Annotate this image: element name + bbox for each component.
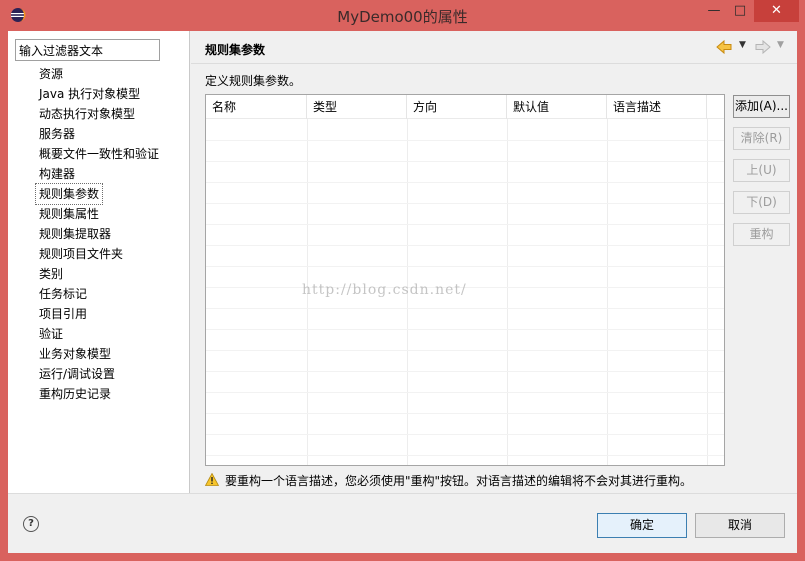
tree-item[interactable]: 运行/调试设置 bbox=[36, 364, 162, 384]
parameters-table[interactable]: 名称 类型 方向 默认值 语言描述 bbox=[205, 94, 725, 466]
row-separator bbox=[206, 203, 724, 204]
row-separator bbox=[206, 413, 724, 414]
help-icon[interactable]: ? bbox=[23, 516, 39, 532]
column-header-name[interactable]: 名称 bbox=[206, 95, 307, 119]
tree-item[interactable]: 验证 bbox=[36, 324, 162, 344]
column-header-description[interactable]: 语言描述 bbox=[607, 95, 707, 119]
row-separator bbox=[206, 140, 724, 141]
tree-item[interactable]: 规则集提取器 bbox=[36, 224, 162, 244]
ok-button[interactable]: 确定 bbox=[597, 513, 687, 538]
forward-dropdown-icon[interactable]: ▼ bbox=[777, 40, 784, 50]
tree-item[interactable]: 项目引用 bbox=[36, 304, 162, 324]
table-header: 名称 类型 方向 默认值 语言描述 bbox=[206, 95, 724, 119]
dialog-button-bar: ? 确定 取消 bbox=[8, 493, 797, 553]
page-description: 定义规则集参数。 bbox=[205, 74, 302, 88]
watermark-text: http://blog.csdn.net/ bbox=[302, 282, 467, 298]
clear-button[interactable]: 清除(R) bbox=[733, 127, 790, 150]
tree-item[interactable]: 规则集参数 bbox=[35, 183, 103, 205]
tree-item[interactable]: 动态执行对象模型 bbox=[36, 104, 162, 124]
row-separator bbox=[206, 224, 724, 225]
property-page: 规则集参数 ▼ ▼ 定义规则集参数。 名称 类型 方向 默认值 语言描述 添加(… bbox=[191, 31, 797, 493]
page-header: 规则集参数 ▼ ▼ bbox=[191, 31, 797, 64]
add-button[interactable]: 添加(A)... bbox=[733, 95, 790, 118]
row-separator bbox=[206, 266, 724, 267]
down-button[interactable]: 下(D) bbox=[733, 191, 790, 214]
tree-item[interactable]: 构建器 bbox=[36, 164, 162, 184]
row-separator bbox=[206, 161, 724, 162]
cancel-button[interactable]: 取消 bbox=[695, 513, 785, 538]
category-pane: 资源Java 执行对象模型动态执行对象模型服务器概要文件一致性和验证构建器规则集… bbox=[8, 31, 190, 493]
tree-item[interactable]: 服务器 bbox=[36, 124, 162, 144]
column-header-direction[interactable]: 方向 bbox=[407, 95, 507, 119]
tree-item[interactable]: 资源 bbox=[36, 64, 162, 84]
close-button[interactable]: ✕ bbox=[754, 0, 799, 22]
tree-item[interactable]: 规则项目文件夹 bbox=[36, 244, 162, 264]
maximize-button[interactable]: □ bbox=[727, 0, 753, 22]
column-header-default[interactable]: 默认值 bbox=[507, 95, 607, 119]
tree-item[interactable]: 概要文件一致性和验证 bbox=[36, 144, 162, 164]
row-separator bbox=[206, 371, 724, 372]
up-button[interactable]: 上(U) bbox=[733, 159, 790, 182]
row-separator bbox=[206, 182, 724, 183]
warning-text: 要重构一个语言描述，您必须使用"重构"按钮。对语言描述的编辑将不会对其进行重构。 bbox=[225, 474, 693, 488]
row-separator bbox=[206, 455, 724, 456]
tree-item[interactable]: 任务标记 bbox=[36, 284, 162, 304]
row-separator bbox=[206, 350, 724, 351]
tree-item[interactable]: 规则集属性 bbox=[36, 204, 162, 224]
window-title: MyDemo00的属性 bbox=[337, 8, 468, 26]
properties-dialog-window: MyDemo00的属性 — □ ✕ 资源Java 执行对象模型动态执行对象模型服… bbox=[0, 0, 805, 561]
tree-item[interactable]: 业务对象模型 bbox=[36, 344, 162, 364]
column-header-type[interactable]: 类型 bbox=[307, 95, 407, 119]
row-separator bbox=[206, 245, 724, 246]
row-separator bbox=[206, 434, 724, 435]
back-dropdown-icon[interactable]: ▼ bbox=[739, 40, 746, 50]
forward-arrow-icon[interactable] bbox=[755, 39, 771, 55]
back-arrow-icon[interactable] bbox=[716, 39, 732, 55]
warning-icon bbox=[205, 473, 219, 486]
minimize-button[interactable]: — bbox=[701, 0, 727, 22]
category-tree: 资源 Java 执行对象模型 动态执行对象模型 服务器 概要文件一致性和验证 构建器 规则集… bbox=[35, 64, 162, 404]
title-bar[interactable]: MyDemo00的属性 — □ ✕ bbox=[0, 0, 805, 31]
tree-item[interactable]: 类别 bbox=[36, 264, 162, 284]
page-title: 规则集参数 bbox=[205, 43, 266, 57]
tree-item[interactable]: Java 执行对象模型 bbox=[36, 84, 162, 104]
tree-item[interactable]: 重构历史记录 bbox=[36, 384, 162, 404]
row-separator bbox=[206, 392, 724, 393]
row-separator bbox=[206, 308, 724, 309]
filter-input[interactable] bbox=[15, 39, 160, 61]
row-separator bbox=[206, 329, 724, 330]
refactor-button[interactable]: 重构 bbox=[733, 223, 790, 246]
